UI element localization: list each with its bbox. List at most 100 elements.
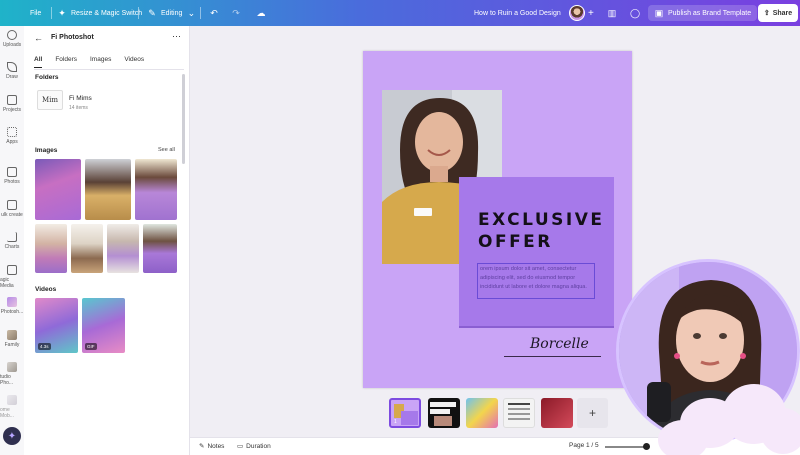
offer-panel[interactable]: EXCLUSIVE OFFER orem ipsum dolor sit ame… <box>459 177 614 326</box>
share-label: Share <box>772 9 793 17</box>
divider <box>200 7 201 19</box>
tab-folders[interactable]: Folders <box>55 56 77 68</box>
undo-button[interactable]: ↶ <box>209 0 219 26</box>
share-button[interactable]: ⇪ Share <box>758 4 798 22</box>
duration-label: Duration <box>246 442 271 450</box>
rail-label: Projects <box>2 107 22 113</box>
rail-item-photos[interactable]: Photos <box>0 167 24 185</box>
rail-item-studio-photos[interactable]: tudio Pho... <box>0 362 24 386</box>
rail-item-home-mobile[interactable]: ome Mob... <box>0 395 24 419</box>
add-page-button[interactable]: + <box>577 398 608 428</box>
page-thumbnail-3[interactable] <box>466 398 498 428</box>
comments-button[interactable]: ◯ <box>630 0 640 26</box>
left-rail: Uploads Draw Projects Apps Photos ulk cr… <box>0 26 24 455</box>
share-icon: ⇪ <box>763 10 770 17</box>
signature-line <box>504 356 601 357</box>
cloud-save-button[interactable]: ☁ <box>256 0 266 26</box>
rail-label: Charts <box>4 244 20 250</box>
notes-button[interactable]: ✎ Notes <box>199 442 225 451</box>
plus-icon: + <box>588 406 596 420</box>
cloud-decoration <box>658 420 708 455</box>
more-options-icon[interactable]: ⋯ <box>172 31 181 42</box>
design-page[interactable]: EXCLUSIVE OFFER orem ipsum dolor sit ame… <box>363 51 632 388</box>
cloud-check-icon: ☁ <box>256 7 266 18</box>
zoom-slider-handle[interactable] <box>643 443 650 450</box>
rail-label: Apps <box>6 139 18 145</box>
thumbnail-text-line <box>508 413 530 415</box>
notes-label: Notes <box>207 442 225 450</box>
zoom-slider-track[interactable] <box>605 446 645 448</box>
rail-item-projects[interactable]: Projects <box>0 95 24 113</box>
rail-item-charts[interactable]: Charts <box>0 232 24 250</box>
rail-item-draw[interactable]: Draw <box>0 62 24 80</box>
collaborator-avatar[interactable] <box>569 0 585 26</box>
image-thumbnail[interactable] <box>85 159 131 220</box>
page-thumbnail-4[interactable] <box>503 398 535 428</box>
page-thumbnail-5[interactable] <box>541 398 573 428</box>
duration-button[interactable]: ▭ Duration <box>237 442 271 451</box>
rail-label: Photosh... <box>0 309 24 315</box>
insights-button[interactable]: ▥ <box>607 0 617 26</box>
image-thumbnail[interactable] <box>135 159 177 220</box>
timer-icon: ▭ <box>237 443 244 450</box>
resize-label: Resize & Magic Switch <box>71 9 143 17</box>
offer-heading[interactable]: EXCLUSIVE OFFER <box>478 209 604 253</box>
rail-label: ome Mob... <box>0 407 14 419</box>
notes-icon: ✎ <box>199 443 205 450</box>
tab-all[interactable]: All <box>34 56 43 68</box>
folder-thumb-icon <box>7 297 17 307</box>
bulk-create-icon <box>7 200 17 210</box>
video-thumbnail[interactable]: GIF <box>82 298 125 353</box>
rail-item-family[interactable]: Family <box>0 330 24 348</box>
magic-assistant-button[interactable]: ✦ <box>3 427 21 445</box>
redo-icon: ↷ <box>232 7 240 18</box>
back-arrow-icon[interactable]: ← <box>34 33 43 43</box>
thumbnail-text-line <box>508 408 530 410</box>
top-bar: File ✦ Resize & Magic Switch ✎ Editing ⌄… <box>0 0 800 26</box>
page-thumbnail-2[interactable] <box>428 398 460 428</box>
editing-mode-dropdown[interactable]: ✎ Editing ⌄ <box>147 0 196 26</box>
see-all-link[interactable]: See all <box>158 147 175 153</box>
body-text-box[interactable]: orem ipsum dolor sit amet, consectetur a… <box>477 263 595 299</box>
file-menu[interactable]: File <box>30 0 41 26</box>
video-thumbnail[interactable]: 4.3s <box>35 298 78 353</box>
rail-item-photoshoot[interactable]: Photosh... <box>0 297 24 315</box>
thumbnail-photo <box>434 416 452 426</box>
page-number-label: 1 <box>394 419 397 425</box>
sparkle-icon: ✦ <box>7 430 17 442</box>
document-title[interactable]: How to Ruin a Good Design <box>474 0 561 26</box>
folder-thumbnail[interactable]: Mim <box>37 90 63 110</box>
signature[interactable]: Borcelle <box>504 334 601 364</box>
comment-icon: ◯ <box>630 7 641 18</box>
panel-scrollbar[interactable] <box>182 74 185 164</box>
thumbnail-text-line <box>508 418 530 420</box>
page-indicator-label: Page 1 / 5 <box>569 442 599 449</box>
page-indicator[interactable]: Page 1 / 5 <box>569 442 599 449</box>
rail-item-magic-media[interactable]: agic Media <box>0 265 24 289</box>
pen-icon <box>7 62 17 72</box>
rail-item-bulk-create[interactable]: ulk create <box>0 200 24 218</box>
resize-button[interactable]: ✦ Resize & Magic Switch <box>57 0 142 26</box>
page-thumbnail-1[interactable]: 1 <box>389 398 421 428</box>
tab-videos[interactable]: Videos <box>124 56 144 68</box>
folder-name[interactable]: Fi Mims <box>69 95 92 102</box>
redo-button[interactable]: ↷ <box>231 0 241 26</box>
rail-item-apps[interactable]: Apps <box>0 127 24 145</box>
chevron-down-icon: ⌄ <box>187 7 196 18</box>
image-thumbnail[interactable] <box>71 224 103 273</box>
tab-images[interactable]: Images <box>90 56 111 68</box>
signature-text: Borcelle <box>530 336 589 352</box>
video-duration-badge: 4.3s <box>38 343 51 350</box>
rail-label: Uploads <box>2 42 22 48</box>
images-heading: Images <box>35 147 58 154</box>
image-thumbnail[interactable] <box>35 224 67 273</box>
publish-brand-template-button[interactable]: ▣ Publish as Brand Template <box>648 5 758 21</box>
divider <box>138 7 139 19</box>
file-label: File <box>30 9 42 17</box>
image-thumbnail[interactable] <box>143 224 177 273</box>
add-collaborator-button[interactable]: + <box>588 0 594 26</box>
image-thumbnail[interactable] <box>35 159 81 220</box>
publish-label: Publish as Brand Template <box>668 9 752 17</box>
rail-item-uploads[interactable]: Uploads <box>0 30 24 48</box>
image-thumbnail[interactable] <box>107 224 139 273</box>
